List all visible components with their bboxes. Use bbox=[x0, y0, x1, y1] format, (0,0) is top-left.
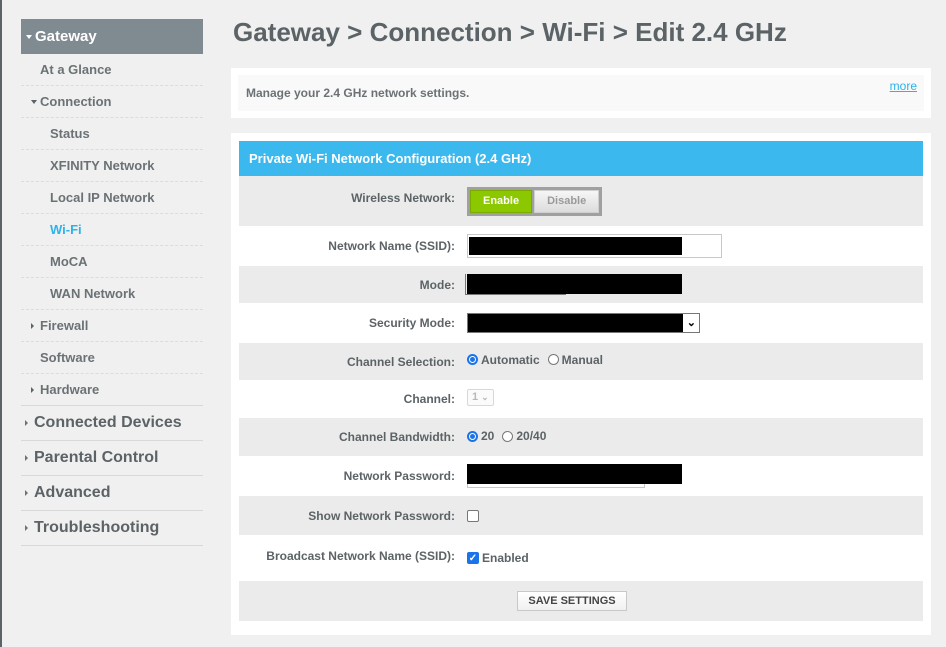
broadcast-ssid-label: Broadcast Network Name (SSID): bbox=[266, 549, 455, 563]
redacted-value bbox=[469, 237, 682, 255]
row-channel-bandwidth: Channel Bandwidth: 20 20/40 bbox=[239, 418, 923, 456]
wireless-network-label: Wireless Network: bbox=[351, 191, 455, 205]
sidebar-item-label: Status bbox=[50, 126, 90, 141]
sidebar-item-wan-network[interactable]: WAN Network bbox=[21, 278, 203, 310]
sidebar-item-label: Connected Devices bbox=[34, 414, 182, 431]
intro-panel: Manage your 2.4 GHz network settings. mo… bbox=[231, 68, 931, 118]
sidebar-item-connection[interactable]: Connection bbox=[21, 86, 203, 118]
sidebar-item-label: Firewall bbox=[40, 318, 89, 333]
config-panel-title: Private Wi-Fi Network Configuration (2.4… bbox=[239, 141, 923, 176]
intro-text: Manage your 2.4 GHz network settings. bbox=[246, 86, 470, 100]
window-left-edge bbox=[0, 0, 2, 647]
sidebar-item-firewall[interactable]: Firewall bbox=[21, 310, 203, 342]
sidebar-item-parental-control[interactable]: Parental Control bbox=[21, 441, 203, 476]
sidebar-item-label: Parental Control bbox=[34, 449, 159, 466]
sidebar-item-label: Troubleshooting bbox=[34, 519, 160, 536]
sidebar-item-label: XFINITY Network bbox=[50, 158, 155, 173]
sidebar-item-local-ip-network[interactable]: Local IP Network bbox=[21, 182, 203, 214]
sidebar-item-label: Software bbox=[40, 350, 95, 365]
sidebar-item-software[interactable]: Software bbox=[21, 342, 203, 374]
caret-right-icon bbox=[25, 490, 28, 496]
bandwidth-20-label: 20 bbox=[481, 429, 495, 443]
caret-right-icon bbox=[25, 420, 28, 426]
sidebar-item-label: Wi-Fi bbox=[50, 222, 82, 237]
caret-right-icon bbox=[31, 322, 34, 329]
redacted-value bbox=[467, 273, 682, 294]
sidebar-item-label: Local IP Network bbox=[50, 190, 155, 205]
page-title: Gateway > Connection > Wi-Fi > Edit 2.4 … bbox=[233, 17, 787, 47]
save-settings-button[interactable]: SAVE SETTINGS bbox=[517, 591, 627, 611]
row-show-password: Show Network Password: bbox=[239, 496, 923, 535]
disable-button[interactable]: Disable bbox=[534, 189, 600, 213]
row-broadcast-ssid: Broadcast Network Name (SSID): ✓ Enabled bbox=[239, 535, 923, 581]
chevron-down-icon: ⌄ bbox=[481, 391, 489, 402]
sidebar-item-label: Advanced bbox=[34, 484, 111, 501]
channel-label: Channel: bbox=[403, 392, 455, 406]
ssid-label: Network Name (SSID): bbox=[328, 239, 455, 253]
more-link[interactable]: more bbox=[890, 79, 917, 93]
ssid-input[interactable] bbox=[467, 234, 722, 258]
bandwidth-20-40-radio[interactable] bbox=[502, 430, 514, 442]
wifi-config-panel: Private Wi-Fi Network Configuration (2.4… bbox=[231, 133, 931, 635]
channel-bandwidth-label: Channel Bandwidth: bbox=[339, 430, 455, 444]
channel-automatic-radio[interactable] bbox=[467, 354, 478, 365]
sidebar-item-moca[interactable]: MoCA bbox=[21, 246, 203, 278]
chevron-down-icon: ⌄ bbox=[686, 317, 696, 329]
redacted-value bbox=[468, 314, 683, 332]
channel-automatic-label: Automatic bbox=[481, 352, 540, 367]
sidebar-item-hardware[interactable]: Hardware bbox=[21, 374, 203, 406]
row-security-mode: Security Mode: ⌄ bbox=[239, 303, 923, 343]
channel-manual-radio[interactable] bbox=[547, 354, 559, 365]
intro-inner: Manage your 2.4 GHz network settings. mo… bbox=[238, 75, 924, 111]
caret-right-icon bbox=[31, 386, 34, 393]
mode-value bbox=[465, 273, 683, 296]
channel-manual-label: Manual bbox=[561, 352, 604, 367]
network-password-label: Network Password: bbox=[343, 469, 455, 483]
sidebar-item-troubleshooting[interactable]: Troubleshooting bbox=[21, 511, 203, 546]
show-password-checkbox[interactable] bbox=[467, 509, 479, 522]
sidebar-item-wifi[interactable]: Wi-Fi bbox=[21, 214, 203, 246]
channel-select[interactable]: 1 ⌄ bbox=[467, 388, 494, 406]
sidebar-item-label: Connection bbox=[40, 94, 112, 109]
sidebar-item-status[interactable]: Status bbox=[21, 118, 203, 150]
row-ssid: Network Name (SSID): bbox=[239, 226, 923, 266]
channel-selection-label: Channel Selection: bbox=[346, 354, 455, 369]
caret-right-icon bbox=[25, 455, 28, 461]
channel-select-value: 1 bbox=[472, 391, 479, 403]
show-password-label: Show Network Password: bbox=[308, 508, 455, 523]
row-channel: Channel: 1 ⌄ bbox=[239, 380, 923, 418]
caret-down-icon bbox=[31, 99, 37, 104]
sidebar-item-label: Hardware bbox=[40, 382, 100, 397]
sidebar-item-label: WAN Network bbox=[50, 286, 136, 301]
enable-button[interactable]: Enable bbox=[470, 189, 533, 213]
sidebar-item-gateway[interactable]: Gateway bbox=[21, 19, 203, 54]
row-network-password: Network Password: bbox=[239, 456, 923, 496]
caret-down-icon bbox=[26, 34, 32, 39]
bandwidth-20-40-label: 20/40 bbox=[516, 429, 547, 443]
security-mode-select[interactable]: ⌄ bbox=[467, 313, 700, 333]
row-wireless-network: Wireless Network: Enable Disable bbox=[239, 176, 923, 226]
row-save: SAVE SETTINGS bbox=[239, 581, 923, 621]
sidebar-nav: Gateway At a Glance Connection Status XF… bbox=[21, 19, 203, 546]
sidebar-item-label: At a Glance bbox=[40, 62, 112, 77]
bandwidth-20-radio[interactable] bbox=[467, 430, 478, 442]
row-channel-selection: Channel Selection: Automatic Manual bbox=[239, 343, 923, 380]
row-mode: Mode: bbox=[239, 266, 923, 303]
sidebar-item-label: Gateway bbox=[35, 28, 97, 45]
security-mode-label: Security Mode: bbox=[368, 316, 455, 330]
sidebar-item-xfinity-network[interactable]: XFINITY Network bbox=[21, 150, 203, 182]
broadcast-ssid-checkbox[interactable]: ✓ bbox=[467, 552, 479, 564]
sidebar-item-advanced[interactable]: Advanced bbox=[21, 476, 203, 511]
sidebar-item-at-a-glance[interactable]: At a Glance bbox=[21, 54, 203, 86]
wireless-network-toggle: Enable Disable bbox=[467, 186, 603, 216]
sidebar-item-connected-devices[interactable]: Connected Devices bbox=[21, 406, 203, 441]
network-password-input[interactable] bbox=[467, 464, 683, 488]
redacted-value bbox=[467, 464, 682, 484]
sidebar-item-label: MoCA bbox=[50, 254, 88, 269]
caret-right-icon bbox=[25, 525, 28, 531]
broadcast-ssid-option-label: Enabled bbox=[482, 551, 529, 565]
mode-label: Mode: bbox=[419, 277, 455, 292]
